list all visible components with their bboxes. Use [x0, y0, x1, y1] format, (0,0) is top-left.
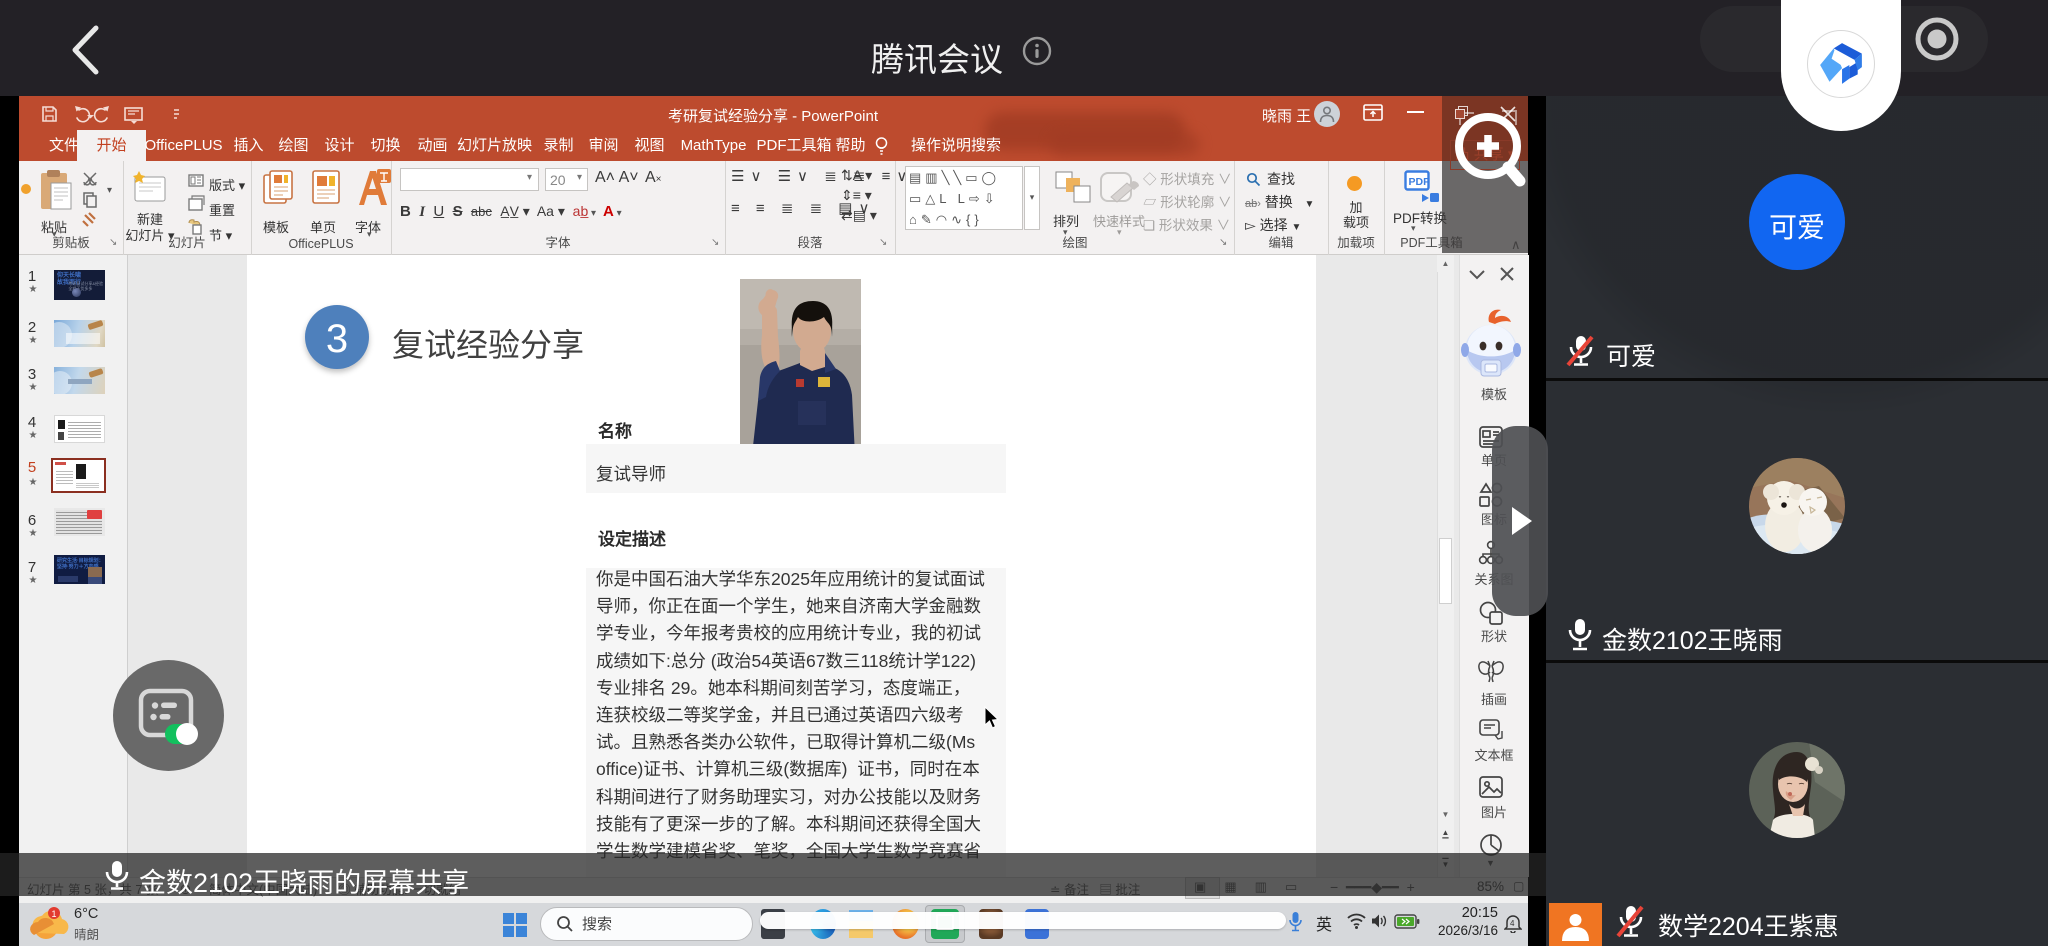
- svg-text:PDF: PDF: [1409, 176, 1431, 188]
- svg-text:1: 1: [52, 909, 57, 919]
- svg-text:4: 4: [1510, 919, 1515, 928]
